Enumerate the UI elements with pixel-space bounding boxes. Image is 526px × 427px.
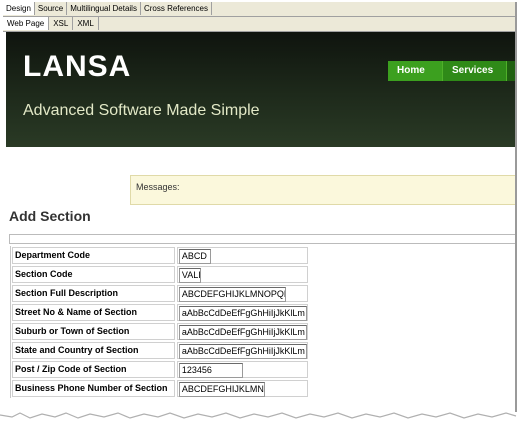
form-row: Post / Zip Code of Section 123456: [11, 360, 309, 379]
street-input[interactable]: aAbBcCdDeEfFgGhHiIjJkKlLm: [178, 306, 307, 321]
suburb-input[interactable]: aAbBcCdDeEfFgGhHiIjJkKlLm: [178, 325, 307, 340]
section-divider: [9, 234, 515, 244]
tab-web-page[interactable]: Web Page: [3, 17, 50, 30]
section-description-label: Section Full Description: [12, 285, 175, 302]
tab-cross-references[interactable]: Cross References: [141, 2, 212, 15]
state-country-input[interactable]: aAbBcCdDeEfFgGhHiIjJkKlLm: [178, 344, 307, 359]
main-nav: Home Services: [388, 61, 515, 81]
section-code-input[interactable]: VALI: [178, 268, 201, 283]
phone-label: Business Phone Number of Section: [12, 380, 175, 397]
phone-input[interactable]: ABCDEFGHIJKLMNO: [178, 382, 265, 397]
nav-home[interactable]: Home: [388, 61, 443, 81]
form-row: Section Full Description ABCDEFGHIJKLMNO…: [11, 284, 309, 303]
section-description-input[interactable]: ABCDEFGHIJKLMNOPQRS: [178, 287, 286, 302]
post-code-label: Post / Zip Code of Section: [12, 361, 175, 378]
form-row: Suburb or Town of Section aAbBcCdDeEfFgG…: [11, 322, 309, 341]
tab-source[interactable]: Source: [35, 2, 68, 15]
form-row: Department Code ABCD: [11, 246, 309, 265]
add-section-form: Department Code ABCD Section Code VALI S…: [10, 246, 309, 398]
tab-xsl[interactable]: XSL: [49, 17, 74, 30]
tab-design[interactable]: Design: [3, 2, 35, 15]
department-code-label: Department Code: [12, 247, 175, 264]
site-header-banner: LANSA Advanced Software Made Simple Home…: [6, 32, 515, 147]
brand-logo-text: LANSA: [23, 50, 132, 83]
street-label: Street No & Name of Section: [12, 304, 175, 321]
header-tagline: Advanced Software Made Simple: [23, 102, 260, 119]
department-code-input[interactable]: ABCD: [178, 249, 211, 264]
form-row: State and Country of Section aAbBcCdDeEf…: [11, 341, 309, 360]
tab-multilingual-details[interactable]: Multilingual Details: [67, 2, 141, 15]
form-row: Section Code VALI: [11, 265, 309, 284]
suburb-label: Suburb or Town of Section: [12, 323, 175, 340]
torn-edge-decoration: [0, 405, 526, 427]
nav-services[interactable]: Services: [443, 61, 507, 81]
state-country-label: State and Country of Section: [12, 342, 175, 359]
section-code-label: Section Code: [12, 266, 175, 283]
page-title: Add Section: [9, 208, 91, 224]
nav-filler: [507, 61, 515, 81]
editor-tab-strip: Design Source Multilingual Details Cross…: [3, 2, 515, 17]
tab-xml[interactable]: XML: [73, 17, 99, 30]
messages-area: Messages:: [130, 175, 515, 205]
designer-window: Design Source Multilingual Details Cross…: [3, 2, 517, 412]
messages-label: Messages:: [136, 182, 180, 192]
post-code-input[interactable]: 123456: [178, 363, 243, 378]
view-tab-strip: Web Page XSL XML: [3, 17, 515, 32]
form-row: Street No & Name of Section aAbBcCdDeEfF…: [11, 303, 309, 322]
form-row: Business Phone Number of Section ABCDEFG…: [11, 379, 309, 398]
